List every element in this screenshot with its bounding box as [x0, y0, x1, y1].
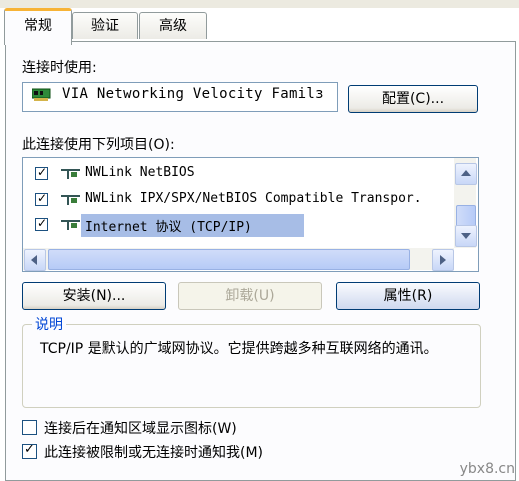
network-card-icon — [32, 88, 51, 101]
chevron-down-icon — [461, 233, 471, 239]
tab-authentication[interactable]: 验证 — [72, 12, 138, 39]
list-item[interactable]: ✓ NWLink NetBIOS — [23, 162, 453, 184]
chevron-up-icon — [461, 170, 471, 176]
tab-general-label: 常规 — [24, 18, 52, 34]
scroll-down-button[interactable] — [455, 225, 477, 247]
components-label: 此连接使用下列项目(O): — [22, 137, 175, 153]
tab-advanced[interactable]: 高级 — [139, 12, 207, 39]
tab-authentication-label: 验证 — [91, 18, 119, 34]
list-item[interactable]: ✓ Internet 协议 (TCP/IP) — [23, 213, 453, 237]
component-label: Internet 协议 (TCP/IP) — [81, 214, 304, 237]
description-text: TCP/IP 是默认的广域网协议。它提供跨越多种互联网络的通讯。 — [40, 341, 438, 357]
list-item[interactable]: ✓ NWLink IPX/SPX/NetBIOS Compatible Tran… — [23, 188, 453, 210]
component-checkbox[interactable]: ✓ — [35, 191, 48, 206]
show-icon-checkbox[interactable] — [22, 420, 37, 435]
watermark: ybx8.cn — [459, 461, 515, 477]
tab-advanced-label: 高级 — [159, 18, 187, 34]
protocol-icon — [61, 169, 80, 179]
scroll-left-button[interactable] — [24, 249, 46, 271]
horizontal-scroll-thumb[interactable] — [48, 249, 410, 270]
component-checkbox[interactable]: ✓ — [35, 216, 48, 231]
scroll-up-button[interactable] — [455, 163, 477, 185]
component-label: NWLink IPX/SPX/NetBIOS Compatible Transp… — [85, 191, 422, 206]
scroll-right-button[interactable] — [432, 249, 454, 271]
protocol-icon — [61, 195, 80, 205]
uninstall-button[interactable]: 卸载(U) — [178, 282, 322, 310]
window-top-strip — [0, 0, 519, 8]
protocol-icon — [61, 220, 80, 230]
component-checkbox[interactable]: ✓ — [35, 165, 48, 180]
chevron-right-icon — [440, 255, 446, 265]
install-button[interactable]: 安装(N)... — [22, 282, 166, 310]
component-label: NWLink NetBIOS — [85, 165, 195, 180]
adapter-name: VIA Networking Velocity Familз — [62, 86, 324, 102]
description-title: 说明 — [32, 314, 66, 334]
tab-general[interactable]: 常规 — [4, 8, 72, 45]
connect-using-label: 连接时使用: — [22, 60, 97, 76]
configure-button[interactable]: 配置(C)... — [348, 85, 478, 113]
chevron-left-icon — [31, 255, 37, 265]
description-group — [22, 324, 481, 408]
notify-limited-label[interactable]: 此连接被限制或无连接时通知我(M) — [44, 442, 263, 462]
show-icon-label[interactable]: 连接后在通知区域显示图标(W) — [44, 418, 237, 438]
properties-button[interactable]: 属性(R) — [336, 282, 480, 310]
notify-limited-checkbox[interactable]: ✓ — [22, 443, 37, 459]
